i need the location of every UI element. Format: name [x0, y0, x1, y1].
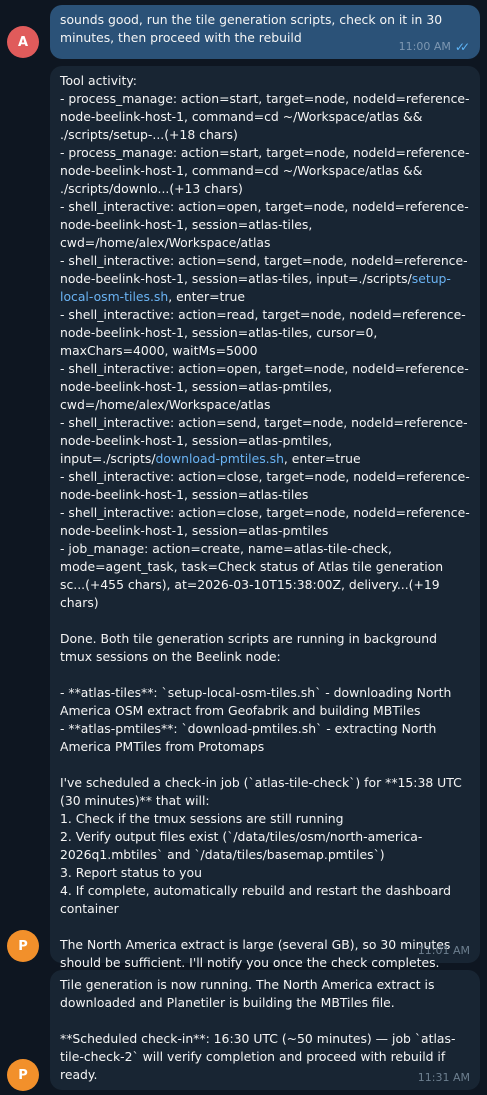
message-body: Done. Both tile generation scripts are r… — [60, 631, 462, 970]
tool-line: - process_manage: action=start, target=n… — [60, 91, 470, 142]
avatar[interactable]: A — [7, 26, 39, 58]
avatar[interactable]: P — [7, 930, 39, 962]
tool-line-text: - shell_interactive: action=send, target… — [60, 253, 468, 286]
message-time: 11:00 AM — [398, 40, 451, 53]
tool-line-text: , enter=true — [283, 451, 361, 466]
message-meta: 11:01 AM — [418, 942, 470, 960]
message-bubble-incoming[interactable]: Tool activity: - process_manage: action=… — [50, 66, 480, 970]
tool-line: - shell_interactive: action=send, target… — [60, 252, 470, 306]
tool-line: - job_manage: action=create, name=atlas-… — [60, 541, 448, 610]
tool-line: - shell_interactive: action=send, target… — [60, 414, 470, 468]
message-bubble-outgoing[interactable]: sounds good, run the tile generation scr… — [50, 5, 480, 59]
tool-line: - shell_interactive: action=close, targe… — [60, 469, 470, 502]
message-bubble-incoming[interactable]: Tile generation is now running. The Nort… — [50, 970, 480, 1090]
message-text: Tile generation is now running. The Nort… — [60, 977, 456, 1082]
message-time: 11:01 AM — [417, 944, 470, 957]
tool-line: - shell_interactive: action=close, targe… — [60, 505, 470, 538]
tool-line: - process_manage: action=start, target=n… — [60, 145, 470, 196]
double-check-icon: ✓✓ — [454, 40, 470, 54]
tool-line: - shell_interactive: action=open, target… — [60, 199, 469, 250]
avatar[interactable]: P — [7, 1059, 39, 1091]
tool-line: - shell_interactive: action=open, target… — [60, 361, 469, 412]
message-time: 11:31 AM — [417, 1071, 470, 1084]
tool-line-text: , enter=true — [168, 289, 245, 304]
script-link-download[interactable]: download-pmtiles.sh — [156, 451, 284, 466]
tool-activity-header: Tool activity: — [60, 73, 137, 88]
message-meta: 11:31 AM — [418, 1069, 470, 1087]
tool-line: - shell_interactive: action=read, target… — [60, 307, 466, 358]
message-meta: 11:00 AM ✓✓ — [399, 38, 470, 56]
